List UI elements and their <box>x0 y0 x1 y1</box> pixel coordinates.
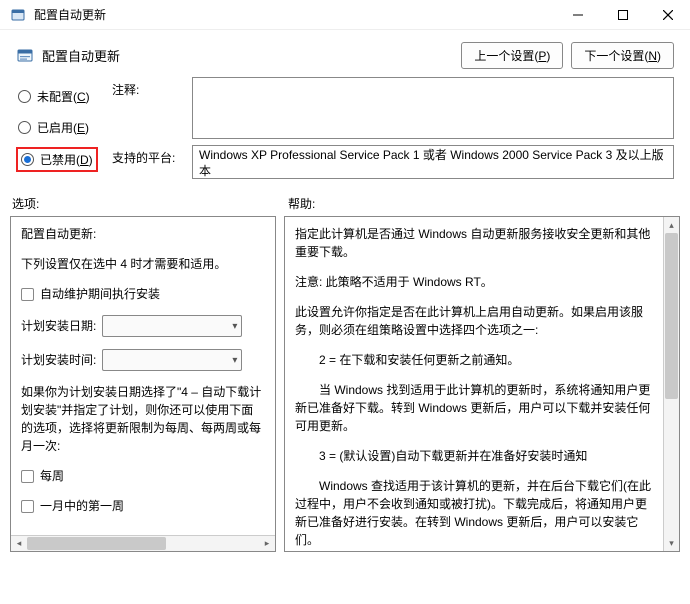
minimize-button[interactable] <box>555 0 600 30</box>
help-paragraph: 2 = 在下载和安装任何更新之前通知。 <box>295 351 653 369</box>
help-paragraph: 指定此计算机是否通过 Windows 自动更新服务接收安全更新和其他重要下载。 <box>295 225 653 261</box>
schedule-day-select[interactable]: ▾ <box>102 315 242 337</box>
radio-enabled[interactable]: 已启用(E) <box>16 116 104 139</box>
vertical-scrollbar[interactable]: ▴ ▾ <box>663 217 679 551</box>
schedule-day-label: 计划安装日期: <box>21 317 96 335</box>
scrollbar-thumb[interactable] <box>27 537 166 550</box>
close-button[interactable] <box>645 0 690 30</box>
options-title: 配置自动更新: <box>21 225 265 243</box>
scroll-right-icon: ▸ <box>259 536 275 551</box>
checkbox-icon <box>21 470 34 483</box>
next-setting-button[interactable]: 下一个设置(N) <box>571 42 674 69</box>
radio-icon <box>18 121 31 134</box>
window-controls <box>555 0 690 29</box>
scroll-left-icon: ◂ <box>11 536 27 551</box>
schedule-time-label: 计划安装时间: <box>21 351 96 369</box>
help-paragraph: 当 Windows 找到适用于此计算机的更新时，系统将通知用户更新已准备好下载。… <box>295 381 653 435</box>
policy-icon <box>16 47 34 65</box>
schedule-time-select[interactable]: ▾ <box>102 349 242 371</box>
checkbox-icon <box>21 500 34 513</box>
checkbox-icon <box>21 288 34 301</box>
window-title: 配置自动更新 <box>34 6 106 23</box>
options-label: 选项: <box>12 195 276 212</box>
radio-label: 已启用(E) <box>37 119 89 136</box>
checkbox-first-week[interactable]: 一月中的第一周 <box>21 497 265 515</box>
options-content: 配置自动更新: 下列设置仅在选中 4 时才需要和适用。 自动维护期间执行安装 计… <box>11 217 275 535</box>
radio-label: 未配置(C) <box>37 88 90 105</box>
checkbox-weekly[interactable]: 每周 <box>21 467 265 485</box>
help-paragraph: 3 = (默认设置)自动下载更新并在准备好安装时通知 <box>295 447 653 465</box>
radio-label: 已禁用(D) <box>40 151 93 168</box>
state-radio-group: 未配置(C) 已启用(E) 已禁用(D) <box>16 77 104 185</box>
options-panel: 配置自动更新: 下列设置仅在选中 4 时才需要和适用。 自动维护期间执行安装 计… <box>10 216 276 552</box>
supported-on-label: 支持的平台: <box>112 145 182 166</box>
help-paragraph: Windows 查找适用于该计算机的更新，并在后台下载它们(在此过程中，用户不会… <box>295 477 653 549</box>
scrollbar-thumb[interactable] <box>665 233 678 399</box>
help-content: 指定此计算机是否通过 Windows 自动更新服务接收安全更新和其他重要下载。 … <box>285 217 663 551</box>
title-bar: 配置自动更新 <box>0 0 690 30</box>
supported-on-text: Windows XP Professional Service Pack 1 或… <box>192 145 674 179</box>
options-plan-text: 如果你为计划安装日期选择了"4 – 自动下载计划安装"并指定了计划，则你还可以使… <box>21 383 265 455</box>
chevron-down-icon: ▾ <box>232 353 237 368</box>
checkbox-maintenance-install[interactable]: 自动维护期间执行安装 <box>21 285 265 303</box>
app-icon <box>10 7 26 23</box>
options-note: 下列设置仅在选中 4 时才需要和适用。 <box>21 255 265 273</box>
radio-icon <box>21 153 34 166</box>
comment-label: 注释: <box>112 77 182 98</box>
scroll-down-icon: ▾ <box>664 535 679 551</box>
help-panel: 指定此计算机是否通过 Windows 自动更新服务接收安全更新和其他重要下载。 … <box>284 216 680 552</box>
help-label: 帮助: <box>288 195 674 212</box>
header-title: 配置自动更新 <box>42 46 120 65</box>
radio-not-configured[interactable]: 未配置(C) <box>16 85 104 108</box>
maximize-button[interactable] <box>600 0 645 30</box>
scroll-up-icon: ▴ <box>664 217 679 233</box>
comment-textbox[interactable] <box>192 77 674 139</box>
header: 配置自动更新 上一个设置(P) 下一个设置(N) <box>0 30 690 77</box>
horizontal-scrollbar[interactable]: ◂ ▸ <box>11 535 275 551</box>
radio-icon <box>18 90 31 103</box>
help-paragraph: 注意: 此策略不适用于 Windows RT。 <box>295 273 653 291</box>
chevron-down-icon: ▾ <box>232 319 237 334</box>
help-paragraph: 此设置允许你指定是否在此计算机上启用自动更新。如果启用该服务，则必须在组策略设置… <box>295 303 653 339</box>
previous-setting-button[interactable]: 上一个设置(P) <box>461 42 563 69</box>
radio-disabled[interactable]: 已禁用(D) <box>16 147 98 172</box>
